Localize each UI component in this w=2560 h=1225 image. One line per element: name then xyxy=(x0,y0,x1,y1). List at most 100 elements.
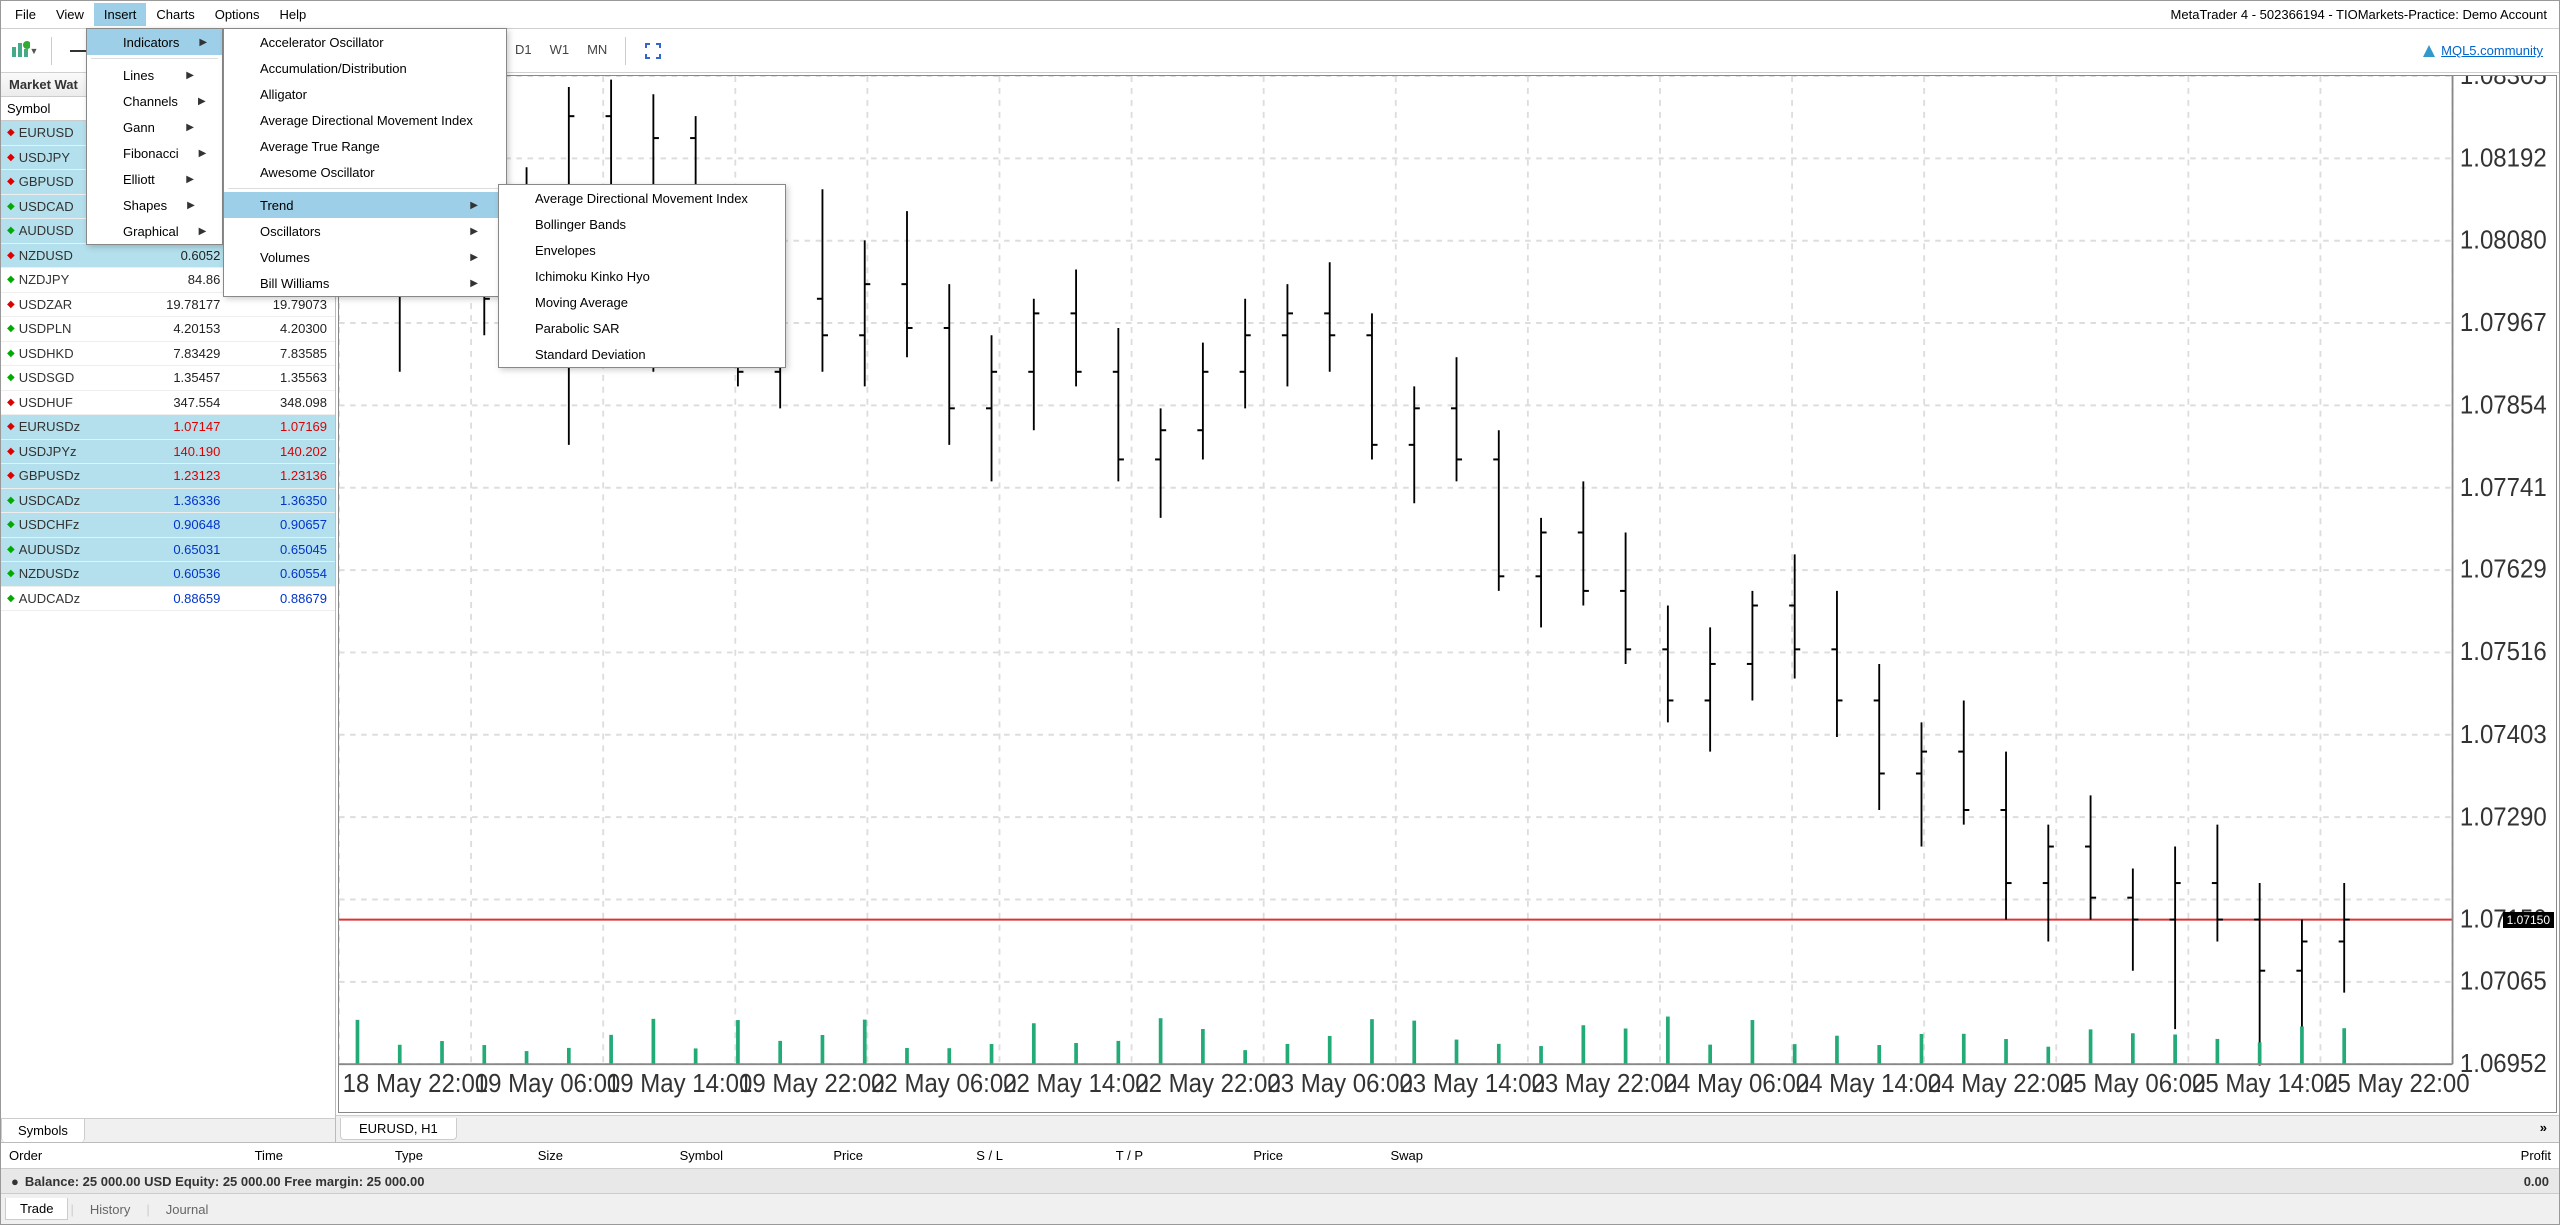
arrow-up-icon: ◆ xyxy=(7,519,15,530)
menu-item-average-true-range[interactable]: Average True Range xyxy=(224,133,506,159)
terminal-tab-trade[interactable]: Trade xyxy=(5,1198,68,1220)
menu-item-bill-williams[interactable]: Bill Williams▶ xyxy=(224,270,506,296)
market-watch-row[interactable]: ◆GBPUSDz1.231231.23136 xyxy=(1,464,335,489)
market-watch-row[interactable]: ◆USDHUF347.554348.098 xyxy=(1,391,335,416)
svg-text:1.07854: 1.07854 xyxy=(2460,391,2547,420)
menu-item-moving-average[interactable]: Moving Average xyxy=(499,289,785,315)
insert-menu[interactable]: Indicators▶ Lines▶Channels▶Gann▶Fibonacci… xyxy=(86,28,223,245)
trend-submenu[interactable]: Average Directional Movement IndexBollin… xyxy=(498,184,786,368)
menu-view[interactable]: View xyxy=(46,3,94,26)
svg-text:22 May 22:00: 22 May 22:00 xyxy=(1135,1069,1281,1098)
chart-tab-scroll-icon[interactable]: » xyxy=(2532,1118,2555,1140)
orders-col-order[interactable]: Order xyxy=(1,1144,231,1167)
svg-text:1.07065: 1.07065 xyxy=(2460,967,2547,996)
arrow-down-icon: ◆ xyxy=(7,127,15,138)
submenu-arrow-icon: ▶ xyxy=(450,200,478,211)
menu-item-accelerator-oscillator[interactable]: Accelerator Oscillator xyxy=(224,29,506,55)
market-watch-row[interactable]: ◆AUDUSDz0.650310.65045 xyxy=(1,538,335,563)
market-watch-row[interactable]: ◆USDSGD1.354571.35563 xyxy=(1,366,335,391)
orders-col-symbol[interactable]: Symbol xyxy=(571,1144,731,1167)
menu-item-alligator[interactable]: Alligator xyxy=(224,81,506,107)
menu-item-channels[interactable]: Channels▶ xyxy=(87,88,222,114)
menu-item-standard-deviation[interactable]: Standard Deviation xyxy=(499,341,785,367)
orders-col-tp[interactable]: T / P xyxy=(1011,1144,1151,1167)
orders-col-sl[interactable]: S / L xyxy=(871,1144,1011,1167)
menu-options[interactable]: Options xyxy=(205,3,270,26)
arrow-up-icon: ◆ xyxy=(7,495,15,506)
orders-col-price[interactable]: Price xyxy=(1151,1144,1291,1167)
orders-col-swap[interactable]: Swap xyxy=(1291,1144,1431,1167)
svg-text:1.07967: 1.07967 xyxy=(2460,308,2547,337)
orders-col-size[interactable]: Size xyxy=(431,1144,571,1167)
menu-item-average-directional-movement-index[interactable]: Average Directional Movement Index xyxy=(499,185,785,211)
menu-item-graphical[interactable]: Graphical▶ xyxy=(87,218,222,244)
svg-text:23 May 22:00: 23 May 22:00 xyxy=(1532,1069,1678,1098)
arrow-down-icon: ◆ xyxy=(7,470,15,481)
menu-item-average-directional-movement-index[interactable]: Average Directional Movement Index xyxy=(224,107,506,133)
market-watch-row[interactable]: ◆EURUSDz1.071471.07169 xyxy=(1,415,335,440)
menu-item-awesome-oscillator[interactable]: Awesome Oscillator xyxy=(224,159,506,185)
orders-col-time[interactable]: Time xyxy=(231,1144,291,1167)
menu-item-ichimoku-kinko-hyo[interactable]: Ichimoku Kinko Hyo xyxy=(499,263,785,289)
menu-item-bollinger-bands[interactable]: Bollinger Bands xyxy=(499,211,785,237)
menu-item-accumulation-distribution[interactable]: Accumulation/Distribution xyxy=(224,55,506,81)
chart-tab-eurusd[interactable]: EURUSD, H1 xyxy=(340,1118,457,1140)
arrow-up-icon: ◆ xyxy=(7,201,15,212)
timeframe-d1[interactable]: D1 xyxy=(507,38,540,63)
svg-text:25 May 22:00: 25 May 22:00 xyxy=(2324,1069,2470,1098)
svg-text:1.07403: 1.07403 xyxy=(2460,720,2547,749)
orders-col-price[interactable]: Price xyxy=(731,1144,871,1167)
market-watch-row[interactable]: ◆USDJPYz140.190140.202 xyxy=(1,440,335,465)
new-chart-icon[interactable]: ▼ xyxy=(7,34,41,68)
arrow-up-icon: ◆ xyxy=(7,323,15,334)
arrow-down-icon: ◆ xyxy=(7,152,15,163)
timeframe-w1[interactable]: W1 xyxy=(542,38,578,63)
arrow-down-icon: ◆ xyxy=(7,299,15,310)
arrow-down-icon: ◆ xyxy=(7,397,15,408)
menu-charts[interactable]: Charts xyxy=(146,3,204,26)
submenu-arrow-icon: ▶ xyxy=(179,148,207,159)
market-watch-row[interactable]: ◆USDCHFz0.906480.90657 xyxy=(1,513,335,538)
menu-insert[interactable]: Insert xyxy=(94,3,147,26)
submenu-arrow-icon: ▶ xyxy=(166,122,194,133)
svg-text:22 May 06:00: 22 May 06:00 xyxy=(871,1069,1017,1098)
svg-text:19 May 14:00: 19 May 14:00 xyxy=(607,1069,753,1098)
market-watch-row[interactable]: ◆NZDUSDz0.605360.60554 xyxy=(1,562,335,587)
menu-item-envelopes[interactable]: Envelopes xyxy=(499,237,785,263)
menu-item-trend[interactable]: Trend▶ xyxy=(224,192,506,218)
menu-item-indicators[interactable]: Indicators▶ xyxy=(87,29,222,55)
timeframe-mn[interactable]: MN xyxy=(579,38,615,63)
fullscreen-icon[interactable] xyxy=(636,34,670,68)
market-watch-row[interactable]: ◆USDCADz1.363361.36350 xyxy=(1,489,335,514)
submenu-arrow-icon: ▶ xyxy=(179,37,207,48)
menu-file[interactable]: File xyxy=(5,3,46,26)
svg-text:19 May 22:00: 19 May 22:00 xyxy=(739,1069,885,1098)
menu-item-parabolic-sar[interactable]: Parabolic SAR xyxy=(499,315,785,341)
orders-col-type[interactable]: Type xyxy=(291,1144,431,1167)
arrow-up-icon: ◆ xyxy=(7,348,15,359)
market-watch-tabs: Symbols xyxy=(1,1118,335,1142)
menu-item-gann[interactable]: Gann▶ xyxy=(87,114,222,140)
terminal-tab-history[interactable]: History xyxy=(76,1199,144,1220)
market-watch-row[interactable]: ◆USDHKD7.834297.83585 xyxy=(1,342,335,367)
market-watch-row[interactable]: ◆AUDCADz0.886590.88679 xyxy=(1,587,335,612)
mql5-link[interactable]: MQL5.community xyxy=(2421,43,2553,59)
menu-item-lines[interactable]: Lines▶ xyxy=(87,62,222,88)
menu-help[interactable]: Help xyxy=(270,3,317,26)
svg-text:23 May 14:00: 23 May 14:00 xyxy=(1399,1069,1545,1098)
window-title: MetaTrader 4 - 502366194 - TIOMarkets-Pr… xyxy=(2171,7,2555,22)
menu-item-shapes[interactable]: Shapes▶ xyxy=(87,192,222,218)
menu-item-oscillators[interactable]: Oscillators▶ xyxy=(224,218,506,244)
orders-col-profit[interactable]: Profit xyxy=(2513,1144,2559,1167)
terminal-tabs: Trade|History|Journal xyxy=(1,1194,2559,1224)
svg-text:1.07516: 1.07516 xyxy=(2460,637,2547,666)
terminal-tab-journal[interactable]: Journal xyxy=(152,1199,223,1220)
svg-text:18 May 22:00: 18 May 22:00 xyxy=(343,1069,489,1098)
menu-item-volumes[interactable]: Volumes▶ xyxy=(224,244,506,270)
menu-item-fibonacci[interactable]: Fibonacci▶ xyxy=(87,140,222,166)
menu-item-elliott[interactable]: Elliott▶ xyxy=(87,166,222,192)
market-watch-row[interactable]: ◆USDPLN4.201534.20300 xyxy=(1,317,335,342)
svg-text:19 May 06:00: 19 May 06:00 xyxy=(475,1069,621,1098)
indicators-submenu[interactable]: Accelerator OscillatorAccumulation/Distr… xyxy=(223,28,507,297)
symbols-tab[interactable]: Symbols xyxy=(1,1118,85,1142)
